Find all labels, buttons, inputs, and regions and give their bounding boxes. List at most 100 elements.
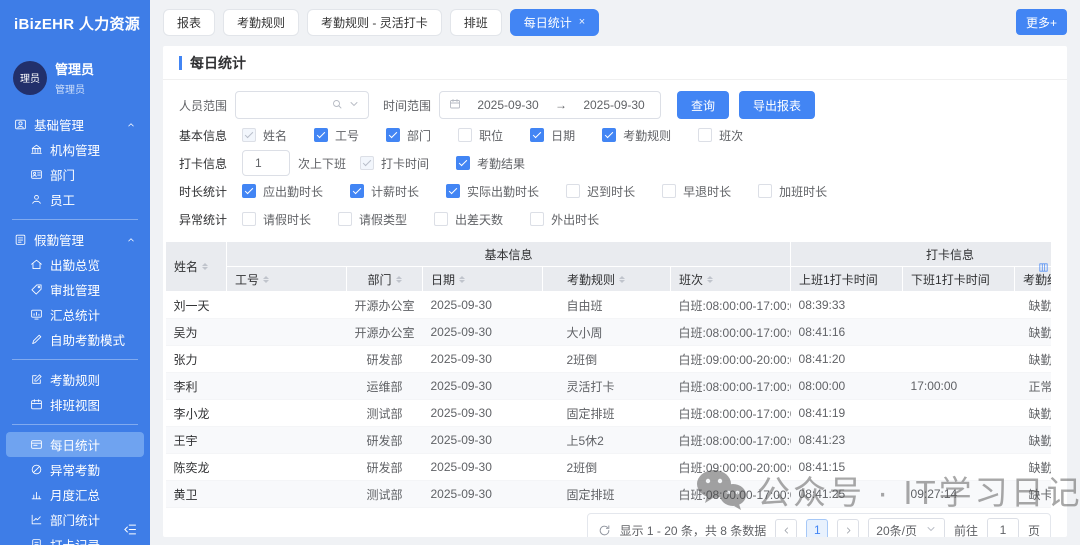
sidebar-item-attendance-overview[interactable]: 出勤总览 (0, 252, 150, 277)
export-report-button[interactable]: 导出报表 (739, 91, 815, 119)
sidebar-item-monthly-summary[interactable]: 月度汇总 (0, 482, 150, 507)
sidebar-item-employee[interactable]: 员工 (0, 187, 150, 212)
tab-shift[interactable]: 排班 (450, 9, 502, 36)
col-header-dept[interactable]: 部门 (347, 267, 423, 292)
date-to[interactable]: 2025-09-30 (577, 98, 651, 112)
sidebar-item-shift-view[interactable]: 排班视图 (0, 392, 150, 417)
status-cell: 缺勤 (1015, 319, 1051, 346)
sort-icon[interactable] (619, 276, 625, 283)
checkbox-icon (662, 184, 676, 198)
sidebar-item-org-mgmt[interactable]: 机构管理 (0, 137, 150, 162)
checkbox-expected-hours[interactable]: 应出勤时长 (242, 183, 323, 200)
sidebar-menu: 基础管理 机构管理 部门 员工 假勤管理 (0, 112, 150, 545)
table-row[interactable]: 陈奕龙研发部2025-09-302班倒白班:09:00:00-20:00:000… (166, 454, 1052, 481)
checkbox-icon (242, 128, 256, 142)
col-header-shift[interactable]: 班次 (671, 267, 791, 292)
tab-flexible-punch[interactable]: 考勤规则 - 灵活打卡 (307, 9, 442, 36)
more-button[interactable]: 更多+ (1016, 9, 1067, 35)
tab-report[interactable]: 报表 (163, 9, 215, 36)
sidebar-collapse-icon[interactable] (123, 522, 138, 537)
calendar-icon (30, 398, 43, 411)
prev-page-button[interactable] (775, 519, 797, 537)
checkbox-actual-hours[interactable]: 实际出勤时长 (446, 183, 539, 200)
close-icon[interactable]: × (579, 16, 585, 28)
sidebar-group-basic-mgmt[interactable]: 基础管理 (0, 112, 150, 137)
checkbox-out-hours[interactable]: 外出时长 (530, 211, 599, 228)
sidebar-item-attendance-rules[interactable]: 考勤规则 (0, 367, 150, 392)
next-page-button[interactable] (837, 519, 859, 537)
checkbox-shift[interactable]: 班次 (698, 127, 743, 144)
sidebar-item-daily-stats[interactable]: 每日统计 (6, 432, 144, 457)
status-cell: 缺勤 (1015, 400, 1051, 427)
checkbox-early-leave-hours[interactable]: 早退时长 (662, 183, 731, 200)
checkbox-attendance-result[interactable]: 考勤结果 (456, 155, 525, 172)
table-row[interactable]: 李小龙测试部2025-09-30固定排班白班:08:00:00-17:00:00… (166, 400, 1052, 427)
time-range-label: 时间范围 (383, 97, 431, 114)
sidebar-item-abnormal-attendance[interactable]: 异常考勤 (0, 457, 150, 482)
page-unit-label: 页 (1028, 522, 1040, 538)
app-window: iBizEHR 人力资源 理员 管理员 管理员 基础管理 机构管理 部门 (0, 0, 1080, 545)
pen-icon (30, 333, 43, 346)
checkbox-name[interactable]: 姓名 (242, 127, 287, 144)
sidebar-item-department[interactable]: 部门 (0, 162, 150, 187)
sidebar-item-approval-mgmt[interactable]: 审批管理 (0, 277, 150, 302)
checkbox-leave-hours[interactable]: 请假时长 (242, 211, 311, 228)
table-row[interactable]: 王宇研发部2025-09-30上5休2白班:08:00:00-17:00:000… (166, 427, 1052, 454)
table-row[interactable]: 张力研发部2025-09-302班倒白班:09:00:00-20:00:0008… (166, 346, 1052, 373)
checkbox-position[interactable]: 职位 (458, 127, 503, 144)
checkbox-overtime-hours[interactable]: 加班时长 (758, 183, 827, 200)
table-row[interactable]: 吴为开源办公室2025-09-30大小周白班:08:00:00-17:00:00… (166, 319, 1052, 346)
sort-icon[interactable] (202, 263, 208, 270)
bank-icon (30, 143, 43, 156)
pagination: 显示 1 - 20 条，共 8 条数据 1 20条/页 前往 页 (587, 513, 1051, 537)
current-page[interactable]: 1 (806, 519, 828, 537)
checkbox-trip-days[interactable]: 出差天数 (434, 211, 503, 228)
people-range-select[interactable] (235, 91, 369, 119)
sidebar-group-leave-mgmt[interactable]: 假勤管理 (0, 227, 150, 252)
table-row[interactable]: 黄卫测试部2025-09-30固定排班白班:08:00:00-17:00:000… (166, 481, 1052, 508)
col-header-date[interactable]: 日期 (423, 267, 543, 292)
column-settings-icon[interactable] (1038, 262, 1049, 273)
sidebar: iBizEHR 人力资源 理员 管理员 管理员 基础管理 机构管理 部门 (0, 0, 150, 545)
goto-label: 前往 (954, 522, 978, 538)
goto-page-input[interactable] (987, 518, 1019, 537)
content-card: 每日统计 人员范围 时间范围 2025-09-30 → 2025-09-30 查… (163, 46, 1067, 537)
col-header-name[interactable]: 姓名 (166, 242, 227, 292)
avatar: 理员 (13, 61, 47, 95)
sidebar-item-self-attendance[interactable]: 自助考勤模式 (0, 327, 150, 352)
menu-divider (12, 219, 138, 220)
punch-count-input[interactable] (242, 150, 290, 176)
table-row[interactable]: 李利运维部2025-09-30灵活打卡白班:08:00:00-17:00:000… (166, 373, 1052, 400)
checkbox-leave-type[interactable]: 请假类型 (338, 211, 407, 228)
col-header-empno[interactable]: 工号 (227, 267, 347, 292)
table-row[interactable]: 刘一天开源办公室2025-09-30自由班白班:08:00:00-17:00:0… (166, 292, 1052, 319)
line-chart-icon (30, 513, 43, 526)
search-button[interactable]: 查询 (677, 91, 729, 119)
doc-list-icon (30, 538, 43, 545)
sort-icon[interactable] (263, 276, 269, 283)
checkbox-icon (602, 128, 616, 142)
checkbox-icon (698, 128, 712, 142)
sort-icon[interactable] (707, 276, 713, 283)
checkbox-dept[interactable]: 部门 (386, 127, 431, 144)
checkbox-paid-hours[interactable]: 计薪时长 (350, 183, 419, 200)
tab-attendance-rules[interactable]: 考勤规则 (223, 9, 299, 36)
chart-window-icon (30, 308, 43, 321)
checkbox-late-hours[interactable]: 迟到时长 (566, 183, 635, 200)
sidebar-item-summary-stats[interactable]: 汇总统计 (0, 302, 150, 327)
checkbox-date[interactable]: 日期 (530, 127, 575, 144)
sort-icon[interactable] (396, 276, 402, 283)
checkbox-punch-time[interactable]: 打卡时间 (360, 155, 429, 172)
date-range-picker[interactable]: 2025-09-30 → 2025-09-30 (439, 91, 661, 119)
checkbox-icon (386, 128, 400, 142)
date-from[interactable]: 2025-09-30 (471, 98, 545, 112)
card-stat-icon (30, 438, 43, 451)
page-size-select[interactable]: 20条/页 (868, 518, 945, 537)
checkbox-empno[interactable]: 工号 (314, 127, 359, 144)
tab-daily-stats[interactable]: 每日统计 × (510, 9, 599, 36)
col-header-rule[interactable]: 考勤规则 (543, 267, 671, 292)
sort-icon[interactable] (459, 276, 465, 283)
checkbox-rule[interactable]: 考勤规则 (602, 127, 671, 144)
refresh-icon[interactable] (598, 524, 611, 537)
option-row-basic: 基本信息 姓名 工号 部门 职位 日期 考勤规则 班次 (163, 121, 1067, 149)
